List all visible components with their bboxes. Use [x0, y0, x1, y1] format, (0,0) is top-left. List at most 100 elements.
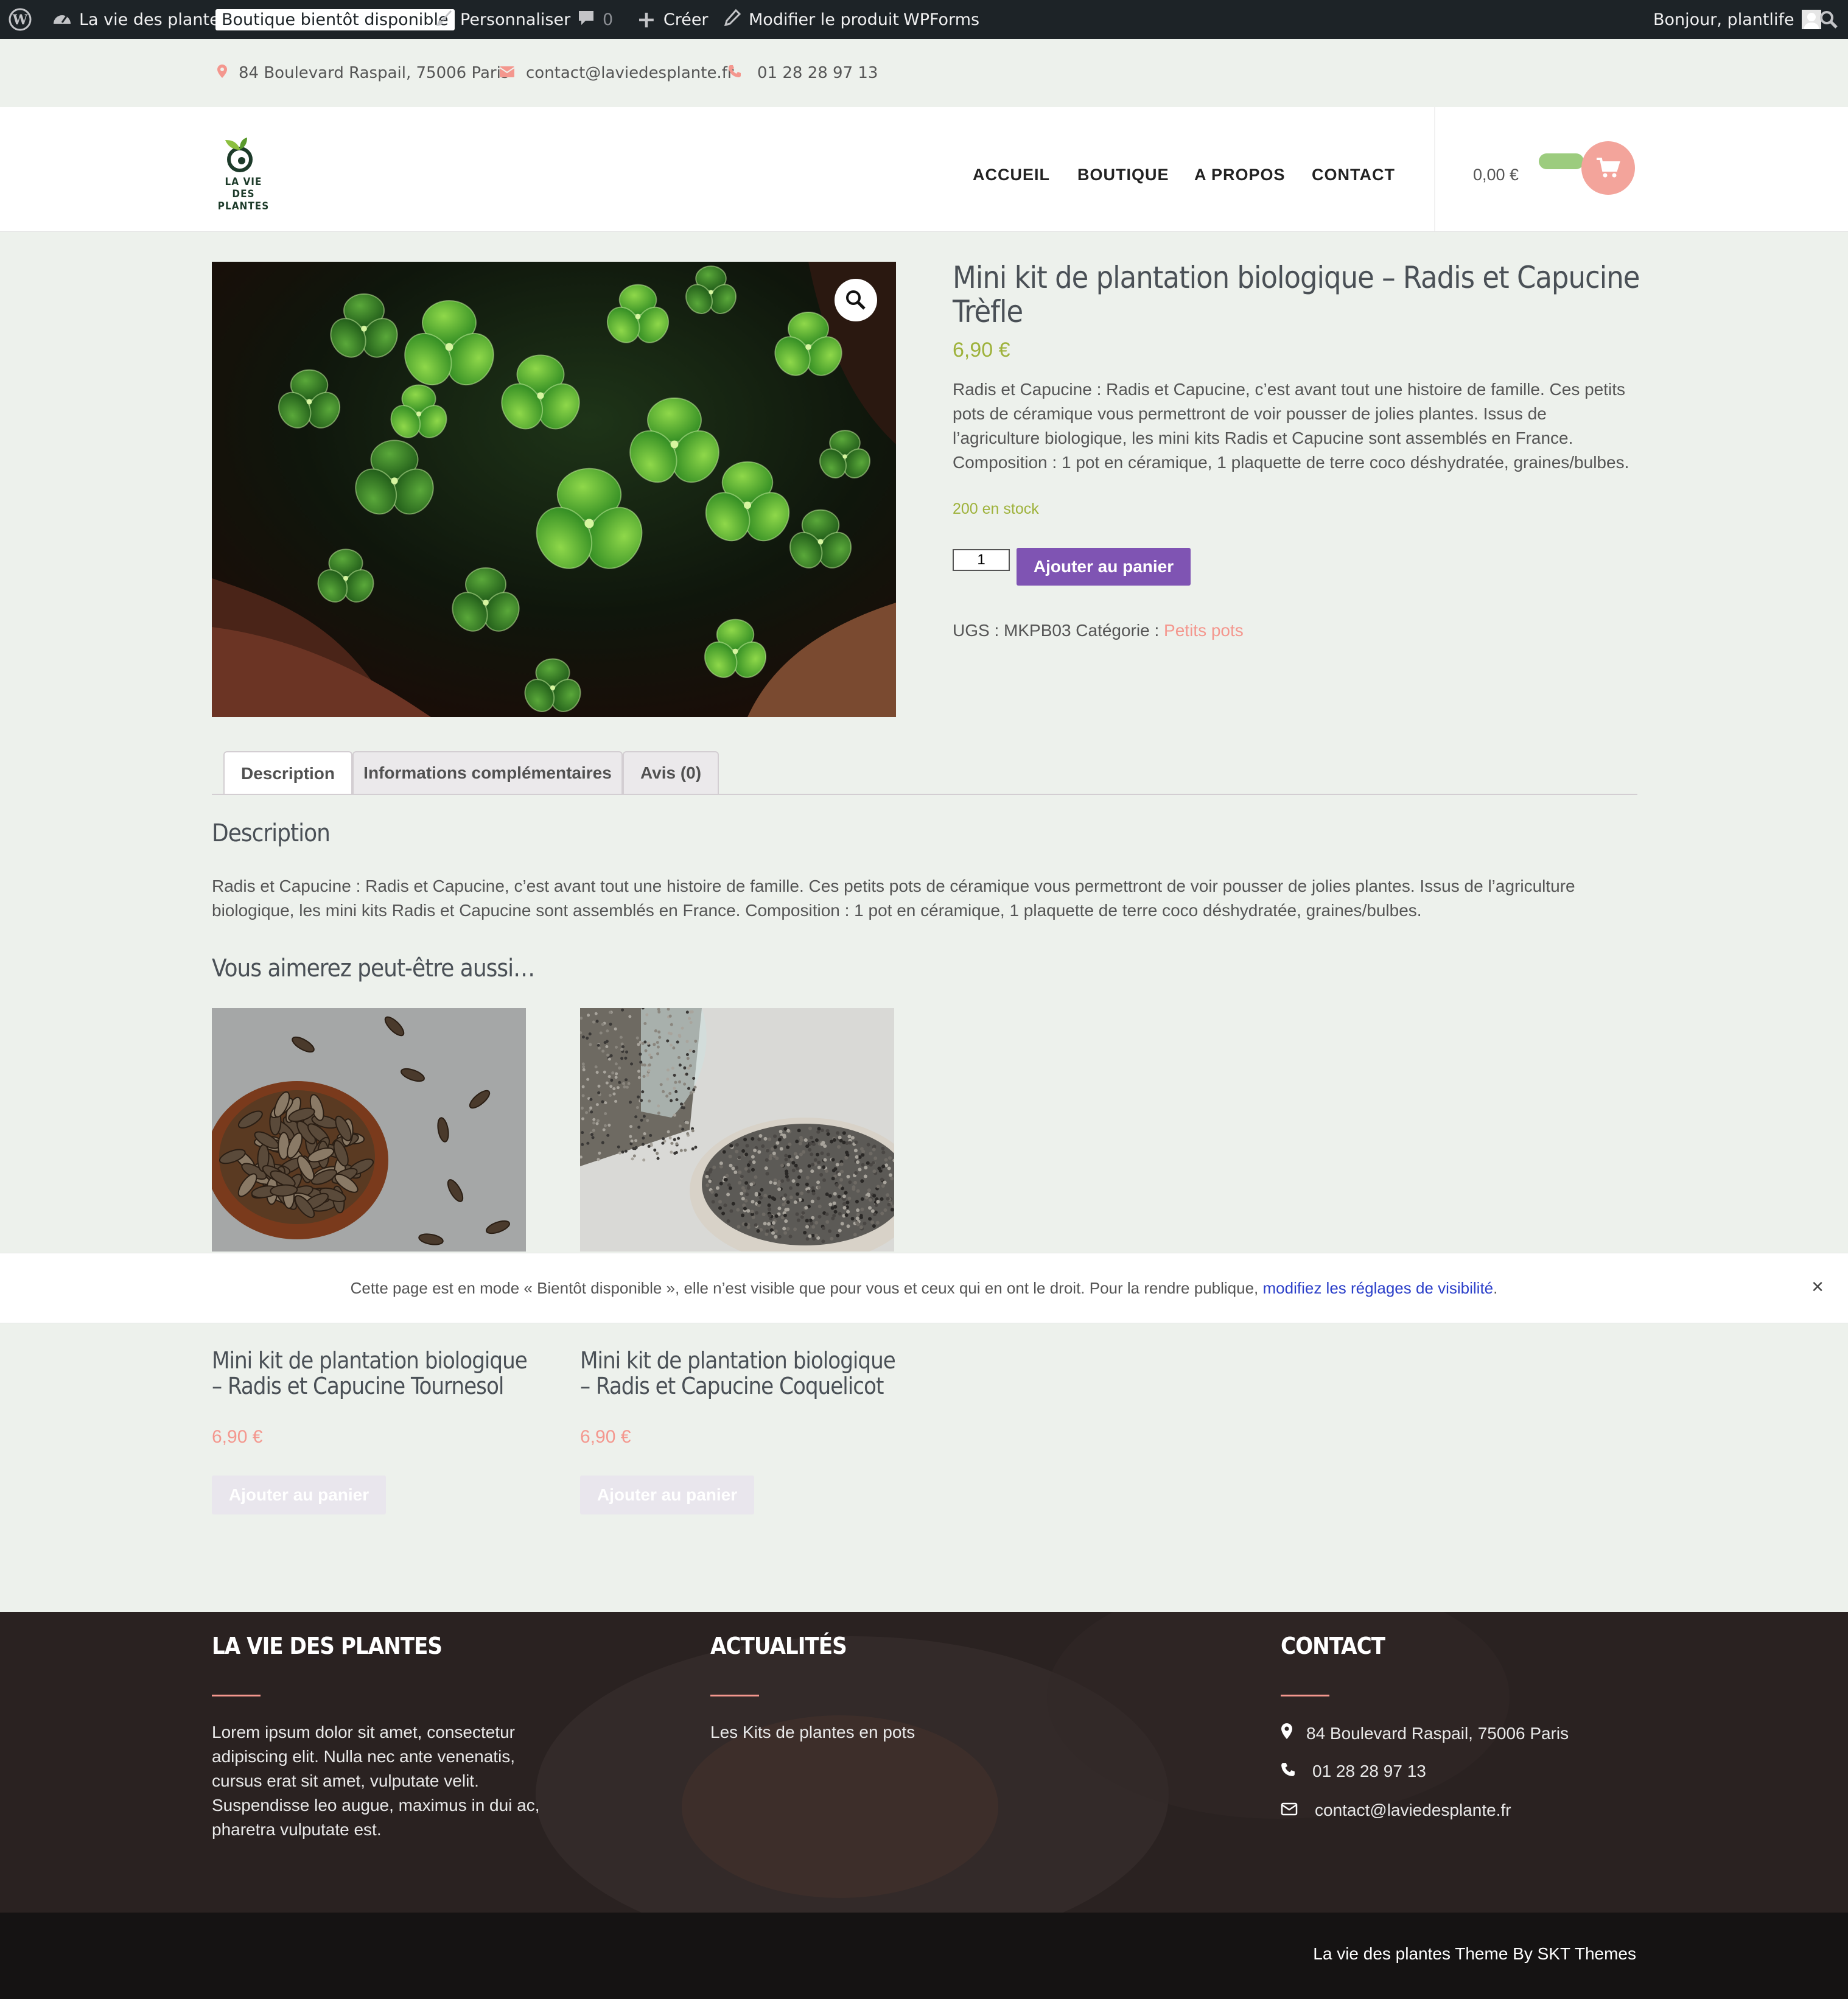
footer-underline-1	[212, 1695, 261, 1696]
logo-text: LA VIE DES PLANTES	[212, 176, 275, 212]
nav-a-propos[interactable]: A PROPOS	[1194, 166, 1286, 184]
sku-label: UGS : MKPB03 Catégorie :	[953, 621, 1159, 640]
comments-count: 0	[603, 10, 613, 29]
coming-soon-notice: Cette page est en mode « Bientôt disponi…	[0, 1253, 1848, 1323]
header-divider	[1434, 107, 1435, 231]
account-menu[interactable]: Bonjour, plantlife	[1653, 0, 1821, 39]
product-price: 6,90 €	[953, 338, 1010, 362]
admin-site-link[interactable]: La vie des plantes	[52, 0, 228, 39]
related-add-to-cart-2[interactable]: Ajouter au panier	[580, 1476, 754, 1514]
notice-close-icon[interactable]: ×	[1805, 1275, 1830, 1299]
visibility-settings-link[interactable]: modifiez les réglages de visibilité	[1263, 1279, 1494, 1298]
nav-contact[interactable]: CONTACT	[1312, 166, 1395, 184]
footer-title-about: LA VIE DES PLANTES	[212, 1633, 442, 1659]
related-price-2: 6,90 €	[580, 1427, 631, 1448]
envelope-icon	[499, 64, 515, 82]
plus-icon: +	[637, 6, 656, 33]
tab-description[interactable]: Description	[223, 751, 352, 795]
user-avatar	[1802, 10, 1821, 29]
chia-seeds-photo	[580, 1008, 894, 1252]
product-image[interactable]	[212, 262, 896, 717]
nav-boutique[interactable]: BOUTIQUE	[1077, 166, 1169, 184]
description-text: Radis et Capucine : Radis et Capucine, c…	[212, 874, 1636, 923]
product-title: Mini kit de plantation biologique – Radi…	[953, 261, 1653, 329]
cart-total[interactable]: 0,00 €	[1473, 166, 1519, 184]
comments-link[interactable]: 0	[577, 0, 613, 39]
footer-address-text: 84 Boulevard Raspail, 75006 Paris	[1306, 1724, 1569, 1743]
footer-email-text: contact@laviedesplante.fr	[1315, 1801, 1511, 1820]
site-logo[interactable]: LA VIE DES PLANTES	[212, 135, 275, 202]
wpforms-label: WPForms	[903, 10, 979, 29]
category-link[interactable]: Petits pots	[1164, 621, 1244, 640]
related-image-sunflower[interactable]	[212, 1008, 526, 1252]
footer-phone-icon	[1281, 1762, 1295, 1781]
site-header: LA VIE DES PLANTES ACCUEIL BOUTIQUE A PR…	[0, 107, 1848, 232]
edit-product-link[interactable]: Modifier le produit	[723, 0, 899, 39]
greeting: Bonjour, plantlife	[1653, 10, 1794, 29]
related-title-2[interactable]: Mini kit de plantation biologique – Radi…	[580, 1348, 897, 1399]
add-to-cart-button[interactable]: Ajouter au panier	[1017, 548, 1191, 586]
footer-phone-text: 01 28 28 97 13	[1312, 1762, 1426, 1781]
magnifier-icon	[844, 288, 868, 312]
footer-underline-2	[710, 1695, 759, 1696]
related-add-to-cart-1[interactable]: Ajouter au panier	[212, 1476, 386, 1514]
wordpress-logo-icon[interactable]: W	[9, 0, 32, 39]
location-pin-icon	[217, 64, 228, 83]
footer-credit[interactable]: La vie des plantes Theme By SKT Themes	[1313, 1944, 1636, 1964]
footer-underline-3	[1281, 1695, 1329, 1696]
tab-additional-info[interactable]: Informations complémentaires	[352, 751, 623, 794]
tab-reviews[interactable]: Avis (0)	[623, 751, 719, 794]
related-image-chia[interactable]	[580, 1008, 894, 1252]
footer-title-news: ACTUALITÉS	[710, 1633, 847, 1659]
footer-address: 84 Boulevard Raspail, 75006 Paris	[1281, 1723, 1569, 1744]
shopping-cart-icon	[1596, 157, 1620, 179]
footer-phone[interactable]: 01 28 28 97 13	[1281, 1762, 1426, 1781]
svg-text:W: W	[12, 12, 28, 28]
top-info-bar: 84 Boulevard Raspail, 75006 Paris contac…	[0, 39, 1848, 107]
tabs-divider	[212, 794, 1637, 795]
info-address-text: 84 Boulevard Raspail, 75006 Paris	[239, 64, 509, 82]
clover-photo	[212, 262, 896, 717]
admin-bar: W La vie des plantes Boutique bientôt di…	[0, 0, 1848, 39]
coming-soon-link[interactable]: Boutique bientôt disponible	[215, 0, 455, 39]
coming-soon-badge: Boutique bientôt disponible	[215, 9, 455, 30]
image-zoom-button[interactable]	[835, 279, 877, 321]
logo-line1: LA VIE DES	[212, 176, 275, 200]
footer-pin-icon	[1281, 1723, 1293, 1744]
quantity-input[interactable]	[953, 549, 1010, 571]
info-phone-text: 01 28 28 97 13	[757, 64, 878, 82]
customize-link[interactable]: Personnaliser	[435, 0, 570, 39]
info-phone[interactable]: 01 28 28 97 13	[728, 39, 878, 107]
wpforms-link[interactable]: WPForms	[903, 0, 979, 39]
footer-envelope-icon	[1281, 1801, 1298, 1820]
related-heading: Vous aimerez peut-être aussi…	[212, 954, 534, 982]
logo-line2: PLANTES	[212, 200, 275, 212]
admin-search-icon[interactable]	[1819, 0, 1838, 39]
product-short-description: Radis et Capucine : Radis et Capucine, c…	[953, 377, 1634, 475]
sunflower-seeds-photo	[212, 1008, 526, 1252]
footer-news-link[interactable]: Les Kits de plantes en pots	[710, 1720, 915, 1745]
related-price-1: 6,90 €	[212, 1427, 262, 1448]
cart-accent-bar	[1539, 153, 1584, 169]
logo-sprout-icon	[212, 135, 275, 173]
create-label: Créer	[663, 10, 709, 29]
info-email-text: contact@laviedesplante.fr	[526, 64, 734, 82]
product-meta: UGS : MKPB03 Catégorie : Petits pots	[953, 621, 1244, 640]
nav-accueil[interactable]: ACCUEIL	[973, 166, 1050, 184]
footer-email[interactable]: contact@laviedesplante.fr	[1281, 1801, 1511, 1820]
comment-icon	[577, 9, 595, 31]
create-link[interactable]: + Créer	[637, 0, 709, 39]
brush-icon	[435, 9, 453, 31]
related-title-1[interactable]: Mini kit de plantation biologique – Radi…	[212, 1348, 528, 1399]
customize-label: Personnaliser	[460, 10, 570, 29]
footer-title-contact: CONTACT	[1281, 1633, 1385, 1659]
edit-product-label: Modifier le produit	[749, 10, 899, 29]
footer-about-text: Lorem ipsum dolor sit amet, consectetur …	[212, 1720, 553, 1842]
cart-button[interactable]	[1581, 141, 1635, 195]
info-address: 84 Boulevard Raspail, 75006 Paris	[217, 39, 509, 107]
admin-site-name: La vie des plantes	[79, 10, 228, 29]
phone-icon	[728, 64, 741, 82]
notice-text: Cette page est en mode « Bientôt disponi…	[351, 1279, 1259, 1298]
description-heading: Description	[212, 819, 330, 847]
info-email[interactable]: contact@laviedesplante.fr	[499, 39, 734, 107]
